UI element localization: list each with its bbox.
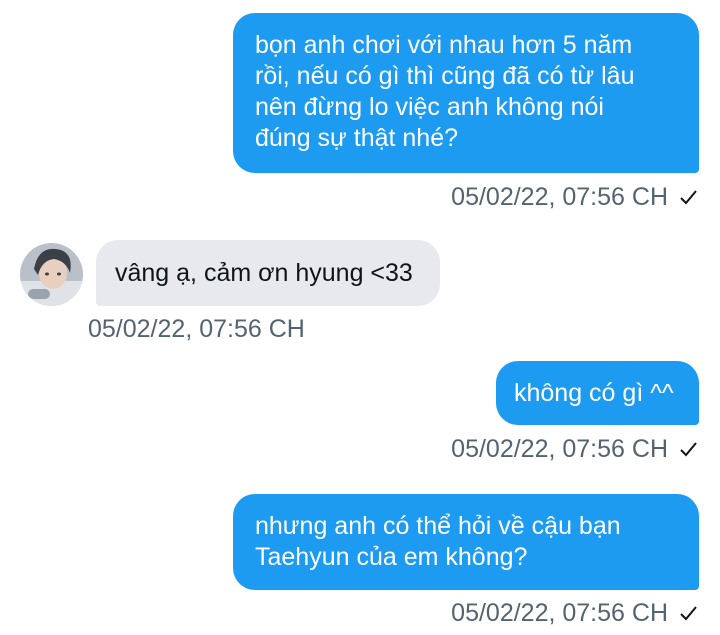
- avatar[interactable]: [20, 243, 83, 306]
- message-timestamp: 05/02/22, 07:56 CH: [451, 434, 698, 464]
- timestamp-text: 05/02/22, 07:56 CH: [451, 183, 668, 211]
- profile-photo: [20, 243, 83, 306]
- timestamp-text: 05/02/22, 07:56 CH: [451, 599, 668, 627]
- message-timestamp: 05/02/22, 07:56 CH: [88, 315, 305, 343]
- timestamp-text: 05/02/22, 07:56 CH: [451, 435, 668, 463]
- incoming-message-bubble[interactable]: vâng ạ, cảm ơn hyung <33: [96, 240, 440, 306]
- check-icon: [680, 190, 697, 205]
- check-icon: [680, 606, 697, 621]
- check-icon: [680, 442, 697, 457]
- outgoing-message-bubble[interactable]: nhưng anh có thể hỏi về cậu bạn Taehyun …: [233, 494, 699, 590]
- message-timestamp: 05/02/22, 07:56 CH: [451, 598, 698, 628]
- outgoing-message-bubble[interactable]: không có gì ^^: [496, 361, 699, 425]
- message-timestamp: 05/02/22, 07:56 CH: [451, 182, 698, 212]
- outgoing-message-bubble[interactable]: bọn anh chơi với nhau hơn 5 năm rồi, nếu…: [233, 13, 699, 173]
